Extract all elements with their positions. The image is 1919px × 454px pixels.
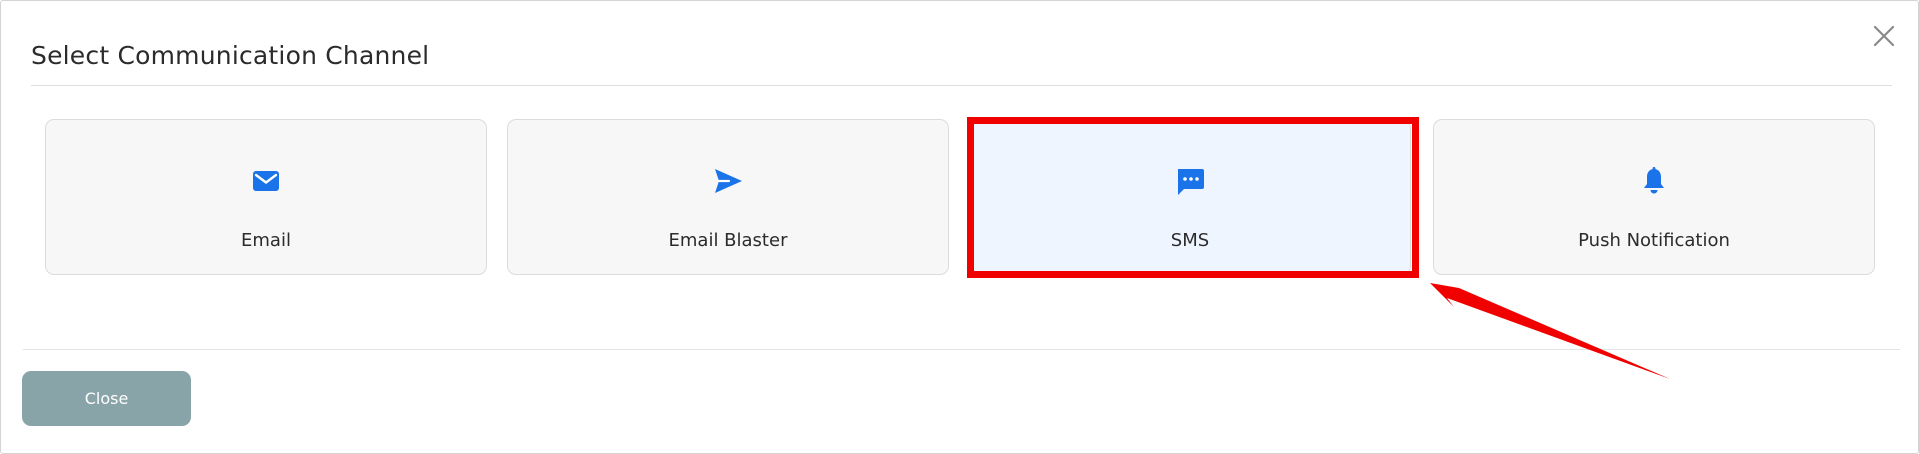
title-divider: [31, 85, 1892, 86]
footer-divider: [23, 349, 1900, 350]
channel-card-push-notification[interactable]: Push Notification: [1433, 119, 1875, 275]
envelope-icon: [253, 171, 279, 191]
channel-label: SMS: [1170, 230, 1210, 251]
channel-label: Email: [241, 230, 291, 251]
channel-label: Push Notification: [1578, 230, 1730, 251]
send-icon: [715, 169, 742, 193]
channel-card-email[interactable]: Email: [45, 119, 487, 275]
channel-label: Email Blaster: [668, 230, 788, 251]
modal-title: Select Communication Channel: [31, 41, 430, 70]
bell-icon: [1644, 167, 1664, 194]
close-button[interactable]: Close: [22, 371, 191, 426]
chat-bubble-icon: [1178, 169, 1204, 195]
channel-card-sms[interactable]: SMS: [969, 119, 1411, 275]
channel-card-email-blaster[interactable]: Email Blaster: [507, 119, 949, 275]
communication-channel-modal: Select Communication Channel Email Email…: [0, 0, 1919, 454]
close-icon[interactable]: [1871, 23, 1897, 49]
